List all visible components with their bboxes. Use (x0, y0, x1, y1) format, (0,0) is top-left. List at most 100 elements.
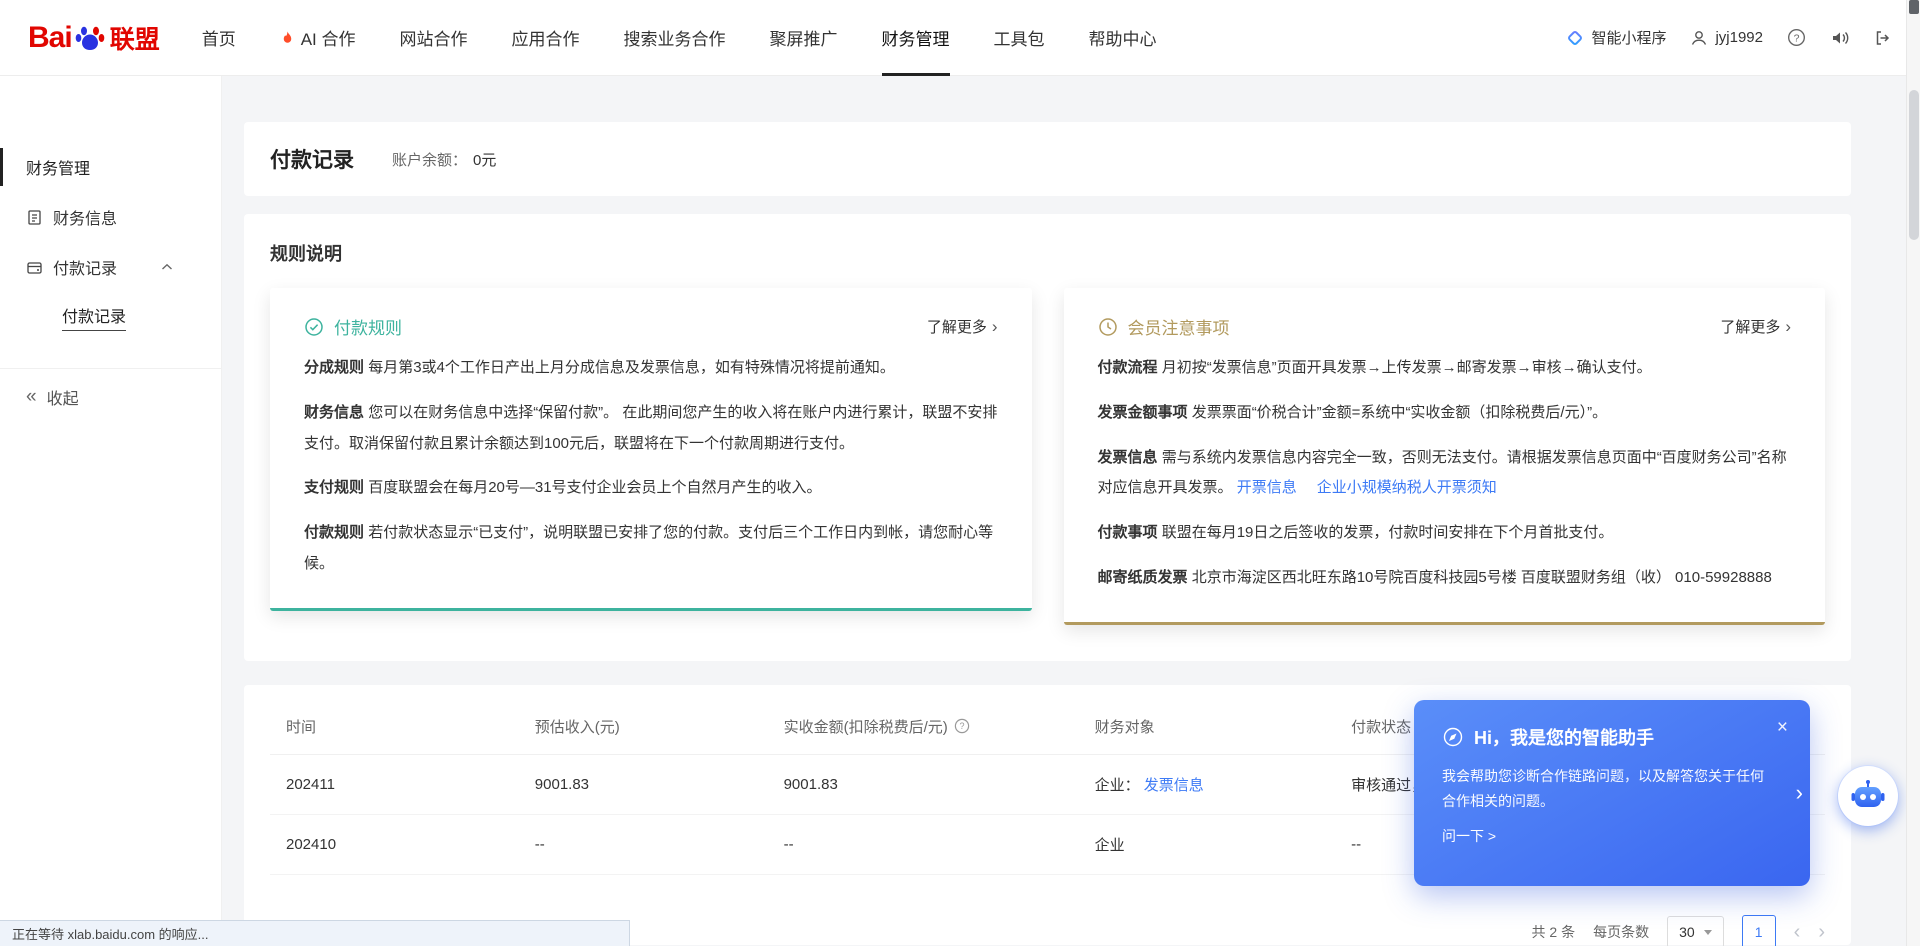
help-icon: ? (1787, 28, 1806, 47)
cell-estimated: -- (519, 815, 768, 875)
user-account[interactable]: jyj1992 (1690, 29, 1763, 47)
cell-estimated: 9001.83 (519, 755, 768, 815)
sound-button[interactable] (1830, 29, 1850, 47)
check-circle-icon (304, 317, 324, 337)
nav-item-ai[interactable]: AI 合作 (280, 0, 356, 76)
member-notes-card: 会员注意事项 了解更多 › 付款流程 月初按“发票信息”页面开具发票→上传发票→… (1064, 288, 1826, 625)
collapse-icon: « (26, 387, 37, 406)
invoice-info-link[interactable]: 开票信息 (1237, 479, 1297, 496)
prev-page-icon[interactable]: ‹ (1794, 922, 1801, 942)
more-arrow-icon: › (1785, 317, 1791, 337)
column-help-icon[interactable]: ? (954, 718, 970, 734)
close-icon[interactable]: × (1777, 718, 1788, 737)
cell-entity: 企业： 发票信息 (1079, 755, 1336, 815)
payment-records-icon (26, 259, 43, 276)
sidebar-item-payment-records[interactable]: 付款记录 (0, 242, 221, 292)
top-nav: Bai 联盟 首页 AI 合作 网站合作 应用合作 搜索业务合作 聚屏推广 财务… (0, 0, 1920, 76)
rule-item: 付款规则 若付款状态显示“已支付”，说明联盟已安排了您的付款。支付后三个工作日内… (304, 518, 998, 580)
browser-status-bar: 正在等待 xlab.baidu.com 的响应... (0, 920, 630, 946)
miniprogram-entry[interactable]: 智能小程序 (1566, 27, 1666, 48)
page-scrollbar[interactable] (1906, 0, 1920, 946)
clock-icon (1098, 317, 1118, 337)
payment-rules-more-link[interactable]: 了解更多 › (927, 316, 998, 337)
note-item: 发票金额事项 发票票面“价税合计”金额=系统中“实收金额（扣除税费后/元）”。 (1098, 398, 1792, 429)
note-item: 邮寄纸质发票 北京市海淀区西北旺东路10号院百度科技园5号楼 百度联盟财务组（收… (1098, 563, 1792, 594)
note-item: 付款流程 月初按“发票信息”页面开具发票→上传发票→邮寄发票→审核→确认支付。 (1098, 353, 1792, 384)
account-balance-label: 账户余额： (392, 149, 467, 170)
compass-icon (1442, 726, 1464, 748)
logo-text-union: 联盟 (110, 20, 160, 56)
note-item: 付款事项 联盟在每月19日之后签收的发票，付款时间安排在下个月首批支付。 (1098, 518, 1792, 549)
finance-info-icon (26, 209, 43, 226)
cell-actual: -- (768, 815, 1079, 875)
miniprogram-icon (1566, 29, 1584, 47)
sidebar: 财务管理 财务信息 付款记录 付款记录 « 收起 (0, 76, 222, 946)
col-header-entity: 财务对象 (1079, 699, 1336, 755)
member-notes-more-link[interactable]: 了解更多 › (1720, 316, 1791, 337)
nav-item-screen-ads[interactable]: 聚屏推广 (770, 0, 838, 76)
assistant-message: 我会帮助您诊断合作链路问题，以及解答您关于任何合作相关的问题。 (1442, 764, 1782, 813)
svg-text:?: ? (959, 721, 964, 731)
invoice-info-row-link[interactable]: 发票信息 (1144, 777, 1204, 794)
next-page-icon[interactable]: › (1818, 922, 1825, 942)
scrollbar-button[interactable] (1909, 0, 1919, 14)
logout-icon (1874, 29, 1892, 47)
chevron-up-icon (161, 263, 173, 271)
sidebar-collapse-button[interactable]: « 收起 (0, 368, 221, 424)
small-taxpayer-notice-link[interactable]: 企业小规模纳税人开票须知 (1317, 479, 1497, 496)
user-icon (1690, 29, 1708, 47)
baidu-union-logo[interactable]: Bai 联盟 (28, 20, 160, 56)
sidebar-subitem-payment-records[interactable]: 付款记录 (0, 292, 221, 342)
nav-item-finance[interactable]: 财务管理 (882, 0, 950, 76)
assistant-popup: Hi，我是您的智能助手 × 我会帮助您诊断合作链路问题，以及解答您关于任何合作相… (1414, 700, 1810, 886)
cell-time: 202411 (270, 755, 519, 815)
rule-item: 支付规则 百度联盟会在每月20号—31号支付企业会员上个自然月产生的收入。 (304, 473, 998, 504)
main-nav: 首页 AI 合作 网站合作 应用合作 搜索业务合作 聚屏推广 财务管理 工具包 … (202, 0, 1201, 76)
note-item: 发票信息 需与系统内发票信息内容完全一致，否则无法支付。请根据发票信息页面中“百… (1098, 443, 1792, 505)
rules-section-title: 规则说明 (270, 240, 1825, 266)
flame-icon (280, 30, 295, 46)
page-header-card: 付款记录 账户余额： 0元 (244, 122, 1851, 196)
col-header-time: 时间 (270, 699, 519, 755)
rules-section: 规则说明 付款规则 了解更多 › 分成规则 每月第3或4个工作日产出上月分成信息… (244, 214, 1851, 661)
per-page-select[interactable]: 30 (1667, 916, 1724, 946)
sidebar-item-finance-info[interactable]: 财务信息 (0, 192, 221, 242)
page-button-1[interactable]: 1 (1742, 915, 1776, 946)
nav-item-website[interactable]: 网站合作 (400, 0, 468, 76)
scrollbar-thumb[interactable] (1909, 90, 1919, 240)
rule-item: 财务信息 您可以在财务信息中选择“保留付款”。 在此期间您产生的收入将在账户内进… (304, 398, 998, 460)
nav-item-app[interactable]: 应用合作 (512, 0, 580, 76)
per-page-label: 每页条数 (1593, 922, 1649, 942)
robot-icon (1850, 778, 1886, 814)
rule-item: 分成规则 每月第3或4个工作日产出上月分成信息及发票信息，如有特殊情况将提前通知… (304, 353, 998, 384)
svg-text:?: ? (1794, 32, 1800, 44)
more-arrow-icon: › (992, 317, 998, 337)
nav-item-home[interactable]: 首页 (202, 0, 236, 76)
total-count: 共 2 条 (1532, 922, 1576, 942)
col-header-actual: 实收金额(扣除税费后/元) ? (768, 699, 1079, 755)
ask-now-link[interactable]: 问一下 > (1442, 826, 1782, 846)
assistant-title: Hi，我是您的智能助手 (1474, 724, 1654, 750)
status-text: 正在等待 xlab.baidu.com 的响应... (12, 924, 209, 943)
cell-actual: 9001.83 (768, 755, 1079, 815)
help-button[interactable]: ? (1787, 28, 1806, 47)
account-balance-value: 0元 (473, 149, 496, 170)
cell-time: 202410 (270, 815, 519, 875)
logo-text-bai: Bai (28, 21, 72, 55)
nav-item-toolkit[interactable]: 工具包 (994, 0, 1045, 76)
member-notes-title: 会员注意事项 (1128, 314, 1230, 339)
speaker-icon (1830, 29, 1850, 47)
top-nav-right: 智能小程序 jyj1992 ? (1566, 27, 1892, 48)
payment-rules-title: 付款规则 (334, 314, 402, 339)
baidu-paw-icon (75, 25, 105, 51)
page-title: 付款记录 (270, 144, 354, 174)
logout-button[interactable] (1874, 29, 1892, 47)
col-header-estimated: 预估收入(元) (519, 699, 768, 755)
assistant-robot-button[interactable] (1838, 766, 1898, 826)
cell-entity: 企业 (1079, 815, 1336, 875)
sidebar-group-finance[interactable]: 财务管理 (0, 142, 221, 192)
nav-item-search-biz[interactable]: 搜索业务合作 (624, 0, 726, 76)
payment-rules-card: 付款规则 了解更多 › 分成规则 每月第3或4个工作日产出上月分成信息及发票信息… (270, 288, 1032, 611)
nav-item-help-center[interactable]: 帮助中心 (1089, 0, 1157, 76)
assistant-next-icon[interactable]: › (1796, 782, 1803, 804)
